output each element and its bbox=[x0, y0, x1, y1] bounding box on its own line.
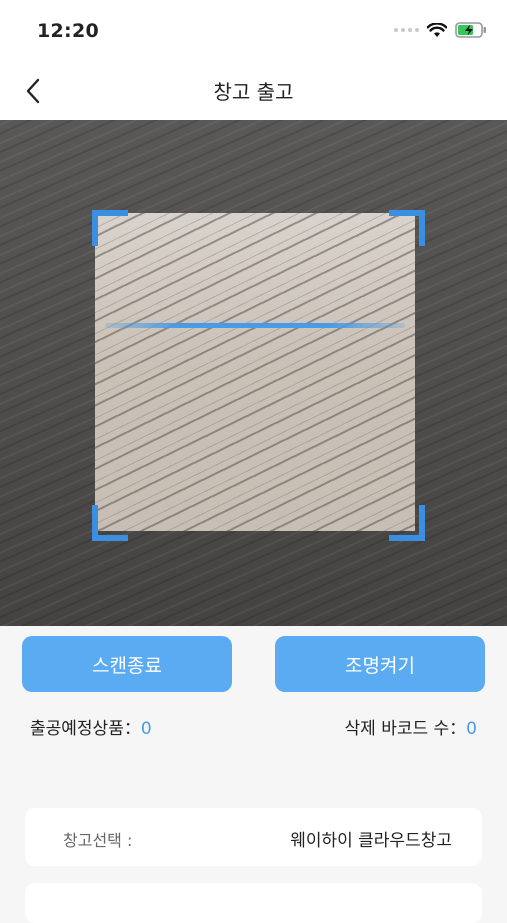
status-icons bbox=[394, 22, 487, 38]
scan-line bbox=[105, 323, 405, 328]
scan-frame-corner-top-left bbox=[92, 210, 128, 246]
signal-icon bbox=[394, 28, 419, 32]
warehouse-select-value: 웨이하이 클라우드창고 bbox=[290, 831, 452, 851]
warehouse-select-row[interactable]: 창고선택 : 웨이하이 클라우드창고 bbox=[25, 808, 482, 866]
wifi-icon bbox=[427, 22, 447, 37]
deleted-barcodes-count: 0 bbox=[466, 719, 477, 739]
deleted-barcodes-label: 삭제 바코드 수： bbox=[344, 719, 467, 739]
expected-items-stat: 출공예정상품：0 bbox=[30, 714, 152, 739]
nav-bar: 창고 출고 bbox=[0, 62, 507, 120]
status-bar: 12:20 bbox=[0, 0, 507, 62]
expected-items-count: 0 bbox=[140, 719, 152, 739]
scan-frame-corner-bottom-left bbox=[92, 505, 128, 541]
expected-items-label: 출공예정상품： bbox=[30, 719, 141, 739]
warehouse-select-label: 창고선택 : bbox=[63, 831, 133, 850]
status-time: 12:20 bbox=[37, 20, 99, 42]
scan-frame-corner-bottom-right bbox=[389, 505, 425, 541]
next-row-card bbox=[25, 883, 482, 923]
scan-window bbox=[95, 213, 415, 531]
page-title: 창고 출고 bbox=[213, 80, 294, 104]
deleted-barcodes-stat: 삭제 바코드 수：0 bbox=[345, 714, 477, 739]
light-on-button[interactable]: 조명켜기 bbox=[275, 636, 485, 692]
battery-icon bbox=[455, 22, 486, 38]
camera-preview bbox=[0, 120, 507, 626]
scan-frame-corner-top-right bbox=[389, 210, 425, 246]
end-scan-button[interactable]: 스캔종료 bbox=[22, 636, 232, 692]
